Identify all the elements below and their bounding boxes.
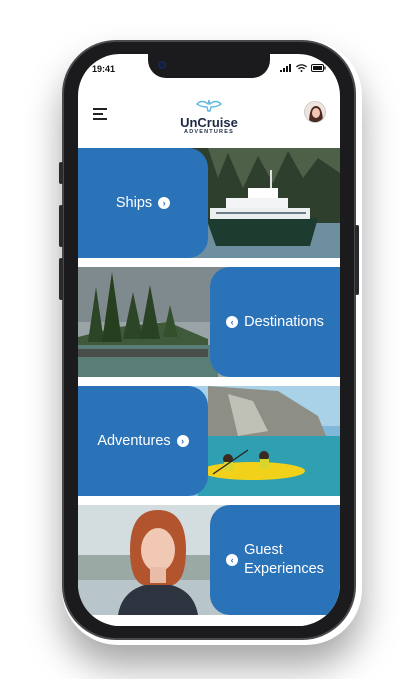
signal-icon <box>280 64 291 72</box>
whale-tail-icon <box>195 99 223 112</box>
avatar[interactable] <box>304 101 326 123</box>
status-icons <box>280 64 326 72</box>
logo-title: UnCruise <box>180 115 238 130</box>
camera <box>158 61 166 69</box>
chevron-right-icon: › <box>158 197 171 209</box>
ships-panel[interactable]: Ships › <box>78 148 208 258</box>
guest-label-line2: Experiences <box>244 561 324 577</box>
card-destinations[interactable]: ‹ Destinations <box>78 267 340 377</box>
guest-experiences-label: Guest Experiences <box>244 541 324 579</box>
mute-switch <box>59 162 63 184</box>
power-button <box>355 225 359 295</box>
menu-icon[interactable] <box>93 108 107 120</box>
battery-icon <box>311 64 326 72</box>
bottom-strip <box>78 615 340 626</box>
card-ships[interactable]: Ships › <box>78 148 340 258</box>
ships-label: Ships <box>115 195 153 211</box>
phone-screen: 19:41 UnCruise ADVENTURES Ships › ‹ Dest… <box>78 54 340 626</box>
guest-experiences-panel[interactable]: ‹ Guest Experiences <box>210 505 340 615</box>
uncruise-logo[interactable]: UnCruise ADVENTURES <box>170 96 248 142</box>
volume-up-button <box>59 205 63 247</box>
card-guest-experiences[interactable]: ‹ Guest Experiences <box>78 505 340 615</box>
notch <box>148 54 270 78</box>
guest-label-line1: Guest <box>244 542 283 558</box>
volume-down-button <box>59 258 63 300</box>
stage: 19:41 UnCruise ADVENTURES Ships › ‹ Dest… <box>0 0 417 679</box>
destinations-panel[interactable]: ‹ Destinations <box>210 267 340 377</box>
adventures-label: Adventures <box>97 433 171 449</box>
chevron-left-icon: ‹ <box>226 554 239 566</box>
wifi-icon <box>296 64 307 72</box>
avatar-photo <box>305 102 325 122</box>
app-header: UnCruise ADVENTURES <box>78 86 340 148</box>
adventures-panel[interactable]: Adventures › <box>78 386 208 496</box>
chevron-right-icon: › <box>176 435 189 447</box>
chevron-left-icon: ‹ <box>226 316 239 328</box>
card-adventures[interactable]: Adventures › <box>78 386 340 496</box>
status-time: 19:41 <box>92 64 116 74</box>
destinations-label: Destinations <box>244 314 324 330</box>
